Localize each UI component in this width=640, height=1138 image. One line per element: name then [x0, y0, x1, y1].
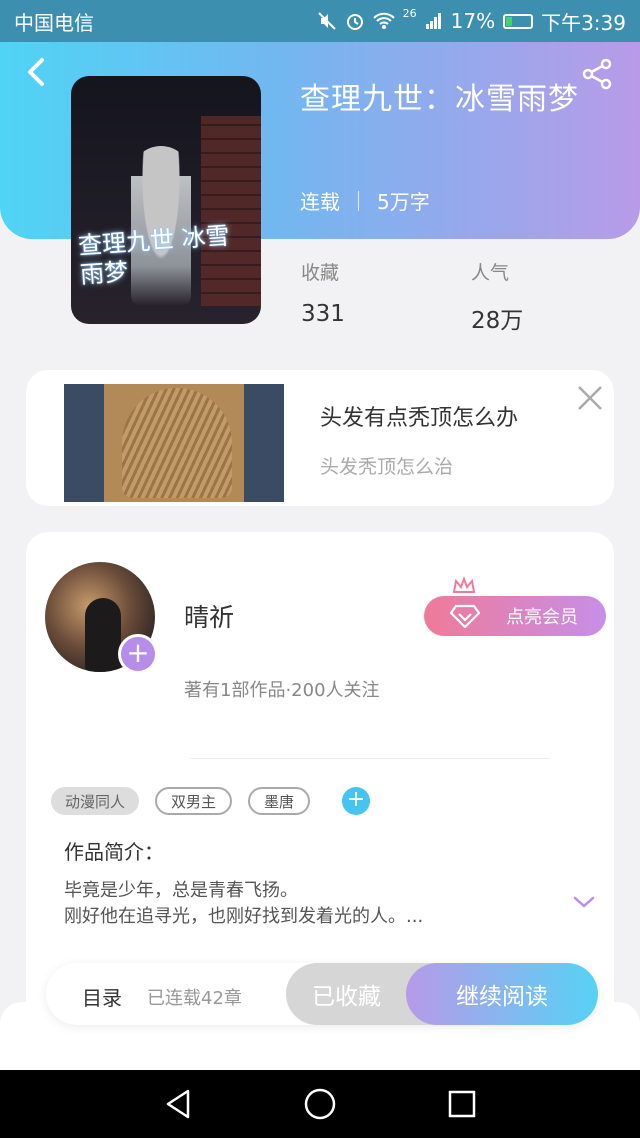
chevron-down-icon [573, 896, 595, 908]
crown-icon [452, 576, 476, 593]
carrier-label: 中国电信 [14, 10, 94, 35]
popularity-value: 28万 [471, 308, 524, 334]
ad-image-braid [122, 388, 232, 498]
tag-item[interactable]: 墨唐 [248, 787, 311, 815]
continue-reading-label: 继续阅读 [456, 984, 548, 1010]
intro-label: 作品简介： [64, 840, 164, 864]
ad-subtitle: 头发秃顶怎么治 [320, 456, 454, 478]
tag-item[interactable]: 双男主 [155, 787, 233, 815]
expand-intro-button[interactable] [572, 894, 596, 914]
book-cover[interactable]: 查理九世 冰雪雨梦 [71, 76, 261, 324]
square-recents-icon [448, 1090, 476, 1118]
tag-item[interactable]: 动漫同人 [51, 787, 140, 815]
meta-divider [358, 190, 359, 211]
nav-recents-button[interactable] [444, 1086, 480, 1122]
favorites-stat: 收藏 331 [301, 258, 345, 327]
intro-line: 毕竟是少年，总是青春飞扬。 [64, 880, 298, 901]
add-tag-button[interactable]: + [342, 787, 371, 815]
chapter-count: 已连载42章 [147, 988, 242, 1009]
ad-image[interactable] [64, 384, 284, 502]
circle-home-icon [304, 1088, 336, 1120]
vip-label: 点亮会员 [506, 607, 578, 628]
battery-icon [503, 13, 534, 29]
author-info: 著有1部作品·200人关注 [184, 680, 380, 701]
network-type-label: 26 [402, 6, 417, 20]
back-button[interactable] [20, 54, 52, 90]
divider [190, 758, 550, 759]
plus-icon: + [346, 787, 366, 812]
signal-icon [425, 13, 441, 29]
favorites-value: 331 [301, 301, 345, 327]
serial-status: 连载 [300, 190, 340, 214]
triangle-back-icon [166, 1089, 190, 1119]
wifi-icon [372, 12, 395, 29]
alarm-icon [346, 14, 363, 30]
battery-percent: 17% [450, 9, 496, 33]
ad-card[interactable]: 头发有点秃顶怎么办 头发秃顶怎么治 [26, 370, 614, 506]
favorites-label: 收藏 [301, 262, 340, 284]
continue-reading-button[interactable]: 继续阅读 [406, 963, 598, 1025]
intro-text: 毕竟是少年，总是青春飞扬。 刚好他在追寻光，也刚好找到发着光的人。... [64, 878, 534, 930]
book-meta: 连载 5万字 [300, 186, 430, 215]
clock-time: 下午3:39 [541, 10, 626, 35]
close-icon [578, 386, 602, 410]
tag-list: 动漫同人 双男主 墨唐 + [51, 787, 371, 815]
diamond-icon [450, 604, 480, 628]
nav-home-button[interactable] [302, 1086, 338, 1122]
mute-icon [317, 12, 336, 30]
chevron-left-icon [28, 58, 44, 86]
cover-title-art: 查理九世 冰雪雨梦 [77, 221, 231, 289]
intro-line: 刚好他在追寻光，也刚好找到发着光的人。... [64, 906, 424, 928]
ad-title[interactable]: 头发有点秃顶怎么办 [320, 400, 518, 432]
avatar-silhouette [85, 598, 121, 672]
word-count: 5万字 [377, 190, 430, 214]
nav-back-button[interactable] [160, 1086, 196, 1122]
collected-label: 已收藏 [312, 984, 381, 1010]
plus-icon: + [126, 636, 150, 669]
status-bar: 中国电信 26 17% 下午3:39 [0, 0, 640, 42]
ad-close-button[interactable] [574, 382, 606, 414]
popularity-label: 人气 [471, 262, 510, 284]
follow-author-button[interactable]: + [118, 634, 158, 674]
author-name[interactable]: 晴祈 [184, 598, 234, 634]
popularity-stat: 人气 28万 [471, 258, 523, 335]
book-title: 查理九世：冰雪雨梦 [300, 82, 579, 117]
vip-membership-button[interactable]: 点亮会员 [424, 596, 606, 636]
table-of-contents-button[interactable]: 目录 [82, 982, 122, 1011]
